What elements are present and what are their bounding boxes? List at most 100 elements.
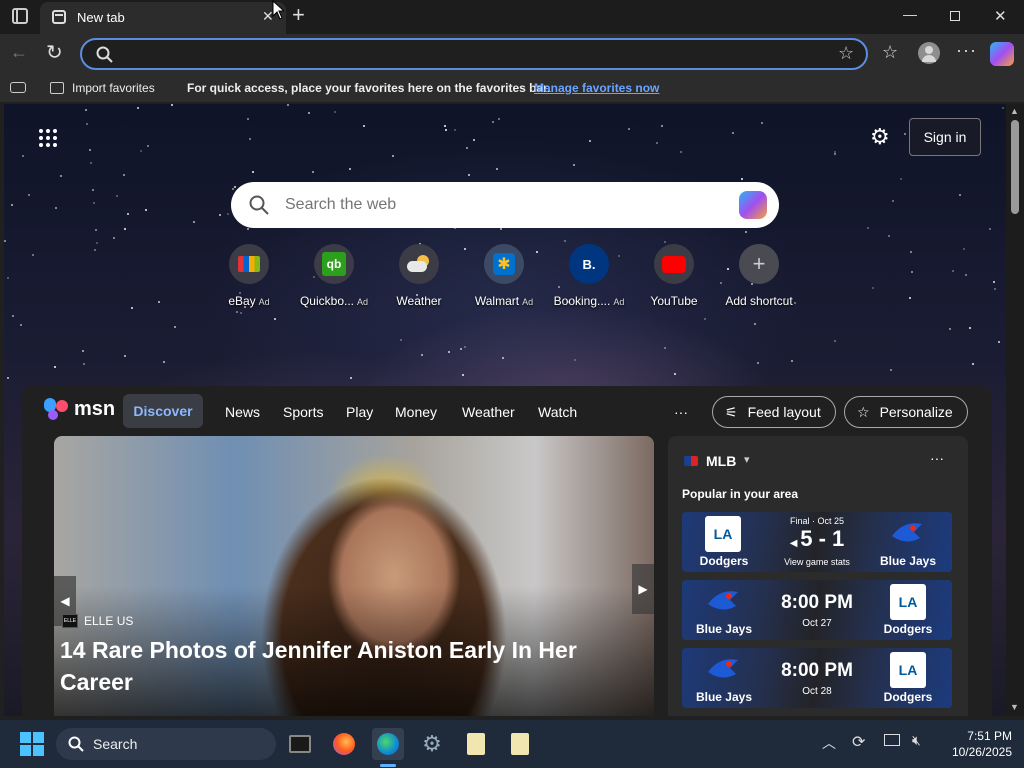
display-icon[interactable]: [884, 734, 900, 746]
tab-news[interactable]: News: [225, 404, 260, 420]
new-tab-button[interactable]: +: [292, 2, 305, 28]
search-icon: [68, 736, 84, 752]
sign-in-button[interactable]: Sign in: [909, 118, 981, 156]
address-input[interactable]: [122, 44, 822, 64]
star: [116, 195, 118, 197]
article-headline[interactable]: 14 Rare Photos of Jennifer Aniston Early…: [60, 634, 600, 698]
star: [7, 277, 9, 279]
taskbar-search[interactable]: Search: [56, 728, 276, 760]
terminal-icon[interactable]: [284, 728, 316, 760]
chevron-down-icon[interactable]: ▾: [744, 453, 750, 466]
shortcut-ebay[interactable]: eBay Ad: [206, 244, 292, 308]
star: [421, 354, 423, 356]
star: [124, 228, 126, 230]
manage-favorites-link[interactable]: Manage favorites now: [534, 81, 659, 95]
feed-layout-button[interactable]: ⚟ Feed layout: [712, 396, 836, 428]
game-row[interactable]: Blue Jays 8:00 PM Oct 28 LA Dodgers: [682, 648, 952, 708]
star: [904, 133, 906, 135]
star: [890, 369, 892, 371]
ad-badge: Ad: [258, 297, 270, 307]
profile-avatar[interactable]: [918, 42, 940, 64]
star: [400, 339, 402, 341]
star: [445, 129, 447, 131]
edge-icon[interactable]: [372, 728, 404, 760]
star: [274, 318, 276, 320]
import-favorites-button[interactable]: Import favorites: [72, 81, 155, 95]
clock[interactable]: 7:51 PM 10/26/2025: [948, 728, 1012, 760]
tab-play[interactable]: Play: [346, 404, 373, 420]
taskbar-search-label: Search: [93, 736, 138, 752]
address-bar[interactable]: ☆: [80, 38, 868, 70]
tab-money[interactable]: Money: [395, 404, 437, 420]
game-status: Final · Oct 25: [789, 516, 845, 526]
hero-article[interactable]: ◀ ▶ ELLE ELLE US 14 Rare Photos of Jenni…: [54, 436, 654, 716]
tab-new-tab[interactable]: New tab ✕: [40, 2, 286, 34]
settings-more-icon[interactable]: ···: [956, 40, 977, 61]
star: [454, 129, 456, 131]
team-right: Blue Jays: [879, 554, 937, 568]
walmart-icon: ✱: [484, 244, 524, 284]
tab-watch[interactable]: Watch: [538, 404, 577, 420]
volume-muted-icon[interactable]: 🔇︎: [912, 732, 921, 749]
refresh-icon[interactable]: ↻: [46, 40, 63, 65]
tab-weather[interactable]: Weather: [462, 404, 515, 420]
settings-app-icon[interactable]: ⚙: [416, 728, 448, 760]
import-icon: [50, 82, 64, 94]
notepad-icon[interactable]: [460, 728, 492, 760]
new-tab-page-icon: [52, 10, 66, 24]
web-search-input[interactable]: [285, 194, 705, 216]
shortcut-add[interactable]: + Add shortcut: [716, 244, 802, 308]
favorites-icon[interactable]: ☆: [882, 42, 898, 63]
shortcut-booking[interactable]: B. Booking.... Ad: [546, 244, 632, 308]
weather-icon: [399, 244, 439, 284]
back-icon[interactable]: ←: [10, 42, 28, 63]
shortcut-youtube[interactable]: YouTube: [631, 244, 717, 308]
close-window-icon[interactable]: ✕: [994, 7, 1007, 25]
favorite-star-icon[interactable]: ☆: [838, 43, 854, 64]
scroll-up-icon[interactable]: ▲: [1010, 106, 1019, 116]
firefox-icon[interactable]: [328, 728, 360, 760]
chevron-up-icon[interactable]: ︿: [822, 733, 836, 753]
notepad-icon-2[interactable]: [504, 728, 536, 760]
copilot-search-icon[interactable]: [739, 191, 767, 219]
copilot-icon[interactable]: [990, 42, 1014, 66]
scroll-down-icon[interactable]: ▼: [1010, 702, 1019, 712]
sync-icon[interactable]: ⟳: [852, 732, 865, 752]
tab-discover[interactable]: Discover: [123, 394, 203, 428]
game-stats-link[interactable]: View game stats: [767, 557, 867, 567]
carousel-next-icon[interactable]: ▶: [632, 564, 654, 614]
star: [791, 360, 793, 362]
game-row[interactable]: Blue Jays 8:00 PM Oct 27 LA Dodgers: [682, 580, 952, 640]
scroll-thumb[interactable]: [1011, 120, 1019, 214]
tab-sports[interactable]: Sports: [283, 404, 323, 420]
mlb-title[interactable]: MLB: [706, 453, 736, 469]
star: [628, 128, 630, 130]
star: [444, 125, 446, 127]
shortcut-quickbooks[interactable]: qb Quickbo... Ad: [291, 244, 377, 308]
personalize-button[interactable]: ☆ Personalize: [844, 396, 968, 428]
star: [236, 311, 238, 313]
star: [95, 229, 97, 231]
apps-grid-icon[interactable]: [38, 128, 58, 148]
game-row[interactable]: LA Dodgers Final · Oct 25 ◀ 5 - 1 View g…: [682, 512, 952, 572]
mlb-more-icon[interactable]: ···: [930, 450, 944, 466]
tab-actions-icon[interactable]: [12, 8, 28, 24]
minimize-icon[interactable]: —: [903, 6, 917, 22]
star: [20, 324, 22, 326]
shortcut-walmart[interactable]: ✱ Walmart Ad: [461, 244, 547, 308]
shortcut-label: Booking....: [553, 294, 611, 308]
star: [900, 178, 902, 180]
start-icon[interactable]: [16, 728, 48, 760]
star: [137, 107, 139, 109]
restore-icon[interactable]: [950, 11, 960, 21]
blue-jays-logo: [706, 654, 740, 684]
more-nav-icon[interactable]: ···: [674, 404, 688, 420]
star: [464, 346, 466, 348]
page-settings-icon[interactable]: ⚙: [870, 124, 890, 150]
star: [145, 209, 147, 211]
sidebar-toggle-icon[interactable]: [10, 82, 26, 93]
plus-icon: +: [739, 244, 779, 284]
web-search-box[interactable]: [231, 182, 779, 228]
page-scrollbar[interactable]: ▲ ▼: [1006, 104, 1024, 716]
shortcut-weather[interactable]: Weather: [376, 244, 462, 308]
